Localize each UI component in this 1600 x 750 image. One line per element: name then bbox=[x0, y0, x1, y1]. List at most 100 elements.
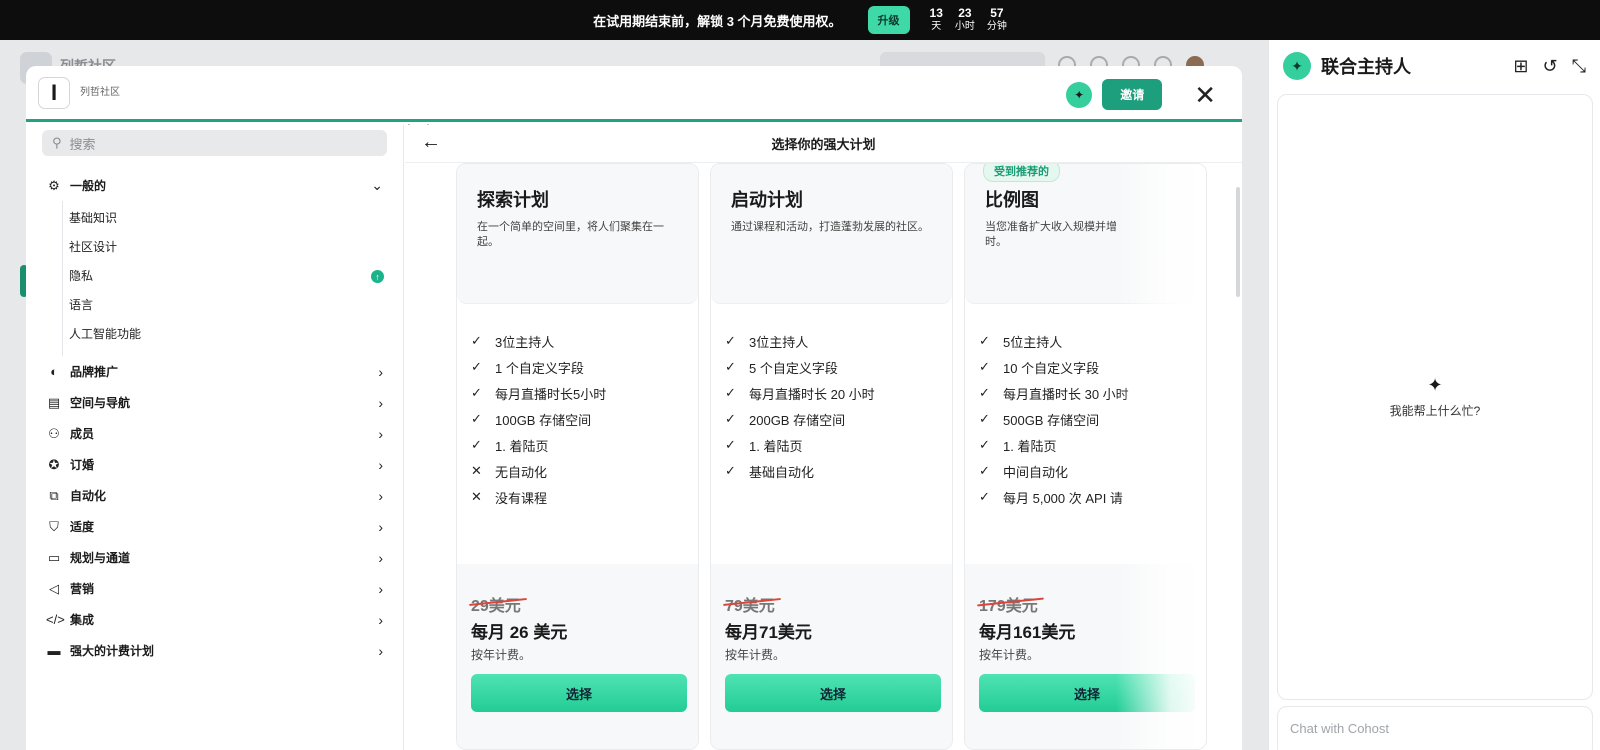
check-icon: ✓ bbox=[471, 333, 482, 348]
trial-banner: 在试用期结束前，解锁 3 个月免费使用权。 升级 13 天 23 小时 57 分钟 bbox=[0, 0, 1600, 40]
sidebar-item-integrations[interactable]: </> 集成 › bbox=[26, 604, 403, 635]
plan-features: ✓ 3位主持人 ✓ 5 个自定义字段 ✓ 每月直播时长 20 小时 ✓ 200GB 存储… bbox=[711, 304, 952, 484]
settings-sidebar: ⚲ 搜索 ⚙ 一般的 ⌄ 基础知识 社区设计 隐私 ↑ 语言 人工智能功能 ◐ 品牌… bbox=[26, 125, 404, 750]
feature-item: ✓ 1 个自定义字段 bbox=[471, 359, 584, 376]
cohost-sparkle-icon: ✦ bbox=[1283, 52, 1311, 80]
sidebar-item-spaces[interactable]: ▤ 空间与导航 › bbox=[26, 387, 403, 418]
feature-item: ✓ 1. 着陆页 bbox=[725, 437, 803, 454]
sidebar-item-branding[interactable]: ◐ 品牌推广 › bbox=[26, 356, 403, 387]
feature-item: ✓ 中间自动化 bbox=[979, 463, 1069, 480]
back-arrow-icon[interactable]: ← bbox=[421, 131, 441, 154]
plan-card-top: 启动计划 通过课程和活动，打造蓬勃发展的社区。 bbox=[711, 164, 952, 304]
plan-card-explore: 探索计划 在一个简单的空间里，将人们聚集在一起。 ✓ 3位主持人 ✓ 1 个自定义字… bbox=[456, 163, 699, 750]
sparkle-icon: ✦ bbox=[1427, 375, 1443, 395]
sidebar-item-moderation[interactable]: ⛉ 适度 › bbox=[26, 511, 403, 542]
sidebar-subitem-language[interactable]: 语言 bbox=[63, 290, 403, 319]
sidebar-subitem-privacy[interactable]: 隐私 ↑ bbox=[63, 261, 403, 290]
cross-icon: ✕ bbox=[471, 489, 482, 504]
select-plan-button[interactable]: 选择 bbox=[725, 674, 941, 712]
feature-item: ✓ 基础自动化 bbox=[725, 463, 815, 480]
collapse-icon[interactable]: ⤡ bbox=[1572, 56, 1586, 77]
recommended-badge: 受到推荐的 bbox=[983, 164, 1060, 182]
feature-item: ✕ 没有课程 bbox=[471, 489, 548, 506]
code-icon: </> bbox=[46, 612, 65, 627]
chevron-right-icon: › bbox=[378, 642, 383, 659]
select-plan-button[interactable]: 选择 bbox=[471, 674, 687, 712]
check-icon: ✓ bbox=[979, 463, 990, 478]
sidebar-item-members[interactable]: ⚇ 成员 › bbox=[26, 418, 403, 449]
plans-main: ← 选择你的强大计划 探索计划 在一个简单的空间里，将人们聚集在一起。 ✓ 3位主… bbox=[405, 125, 1242, 750]
sidebar-item-general[interactable]: ⚙ 一般的 ⌄ bbox=[26, 170, 403, 201]
check-icon: ✓ bbox=[471, 411, 482, 426]
chevron-right-icon: › bbox=[378, 425, 383, 442]
sidebar-subitem-basics[interactable]: 基础知识 bbox=[63, 203, 403, 232]
billing-note: 按年计费。 bbox=[979, 648, 1040, 662]
check-icon: ✓ bbox=[979, 411, 990, 426]
sidebar-subitem-community-design[interactable]: 社区设计 bbox=[63, 232, 403, 261]
plan-card-top: 受到推荐的 比例图 当您准备扩大收入规模并增 时。 bbox=[965, 164, 1206, 304]
check-icon: ✓ bbox=[471, 385, 482, 400]
plan-features: ✓ 5位主持人 ✓ 10 个自定义字段 ✓ 每月直播时长 30 小时 ✓ 500GB 存… bbox=[965, 304, 1206, 510]
invite-button[interactable]: 邀请 bbox=[1102, 79, 1163, 110]
cohost-chat-area: ✦ 我能帮上什么忙? bbox=[1277, 94, 1593, 700]
old-price: 79美元 bbox=[725, 592, 775, 616]
plan-price: 每月 26 美元 bbox=[471, 623, 568, 642]
search-placeholder: 搜索 bbox=[69, 136, 96, 152]
org-name: 列哲社区 bbox=[80, 87, 120, 98]
sidebar-item-plans[interactable]: ▭ 规划与通道 › bbox=[26, 542, 403, 573]
feature-item: ✕ 无自动化 bbox=[471, 463, 548, 480]
check-icon: ✓ bbox=[979, 385, 990, 400]
old-price: 29美元 bbox=[471, 592, 521, 616]
feature-item: ✓ 3位主持人 bbox=[725, 333, 809, 350]
close-icon[interactable]: ✕ bbox=[1194, 82, 1216, 108]
upgrade-button[interactable]: 升级 bbox=[867, 6, 910, 34]
admin-modal: I 列哲社区 行政 ✦ 邀请 ✕ ⚲ 搜索 ⚙ 一般的 ⌄ 基础知识 社区设计 … bbox=[26, 66, 1242, 750]
plan-price-box: 79美元 每月71美元 按年计费。 bbox=[711, 564, 952, 749]
trial-message: 在试用期结束前，解锁 3 个月免费使用权。 bbox=[593, 13, 842, 29]
history-icon[interactable]: ↺ bbox=[1543, 56, 1558, 77]
chevron-right-icon: › bbox=[378, 363, 383, 380]
chevron-right-icon: › bbox=[378, 456, 383, 473]
cohost-panel: ✦ 联合主持人 ⊞ ↺ ⤡ ✦ 我能帮上什么忙? Chat with Cohos… bbox=[1268, 40, 1600, 750]
sidebar-item-marketing[interactable]: ◁ 营销 › bbox=[26, 573, 403, 604]
countdown-minutes: 57 分钟 bbox=[986, 6, 1007, 33]
sidebar-item-engagement[interactable]: ✪ 订婚 › bbox=[26, 449, 403, 480]
feature-item: ✓ 500GB 存储空间 bbox=[979, 411, 1100, 428]
scrollbar[interactable] bbox=[1236, 187, 1240, 297]
sidebar-item-automation[interactable]: ⧉ 自动化 › bbox=[26, 480, 403, 511]
plan-price-box: 179美元 每月161美元 按年计费。 bbox=[965, 564, 1206, 749]
plan-card-launch: 启动计划 通过课程和活动，打造蓬勃发展的社区。 ✓ 3位主持人 ✓ 5 个自定义字段… bbox=[710, 163, 953, 750]
new-chat-icon[interactable]: ⊞ bbox=[1513, 56, 1528, 77]
sidebar-item-billing[interactable]: ▬ 强大的计费计划 › bbox=[26, 635, 403, 666]
settings-search-input[interactable]: ⚲ 搜索 bbox=[42, 130, 387, 156]
feature-item: ✓ 每月直播时长 20 小时 bbox=[725, 385, 875, 402]
cohost-sparkle-button[interactable]: ✦ bbox=[1066, 81, 1093, 108]
search-icon: ⚲ bbox=[52, 135, 62, 150]
plan-desc: 通过课程和活动，打造蓬勃发展的社区。 bbox=[731, 221, 929, 233]
billing-note: 按年计费。 bbox=[471, 648, 532, 662]
general-sub-list: 基础知识 社区设计 隐私 ↑ 语言 人工智能功能 bbox=[62, 201, 403, 356]
chevron-right-icon: › bbox=[378, 611, 383, 628]
check-icon: ✓ bbox=[725, 385, 736, 400]
cross-icon: ✕ bbox=[471, 463, 482, 478]
org-title-block: 列哲社区 行政 bbox=[80, 85, 1242, 750]
plan-name: 比例图 bbox=[985, 190, 1039, 210]
check-icon: ✓ bbox=[979, 333, 990, 348]
feature-item: ✓ 1. 着陆页 bbox=[471, 437, 549, 454]
plan-card-top: 探索计划 在一个简单的空间里，将人们聚集在一起。 bbox=[457, 164, 698, 304]
palette-icon: ◐ bbox=[50, 364, 58, 379]
plan-price-box: 29美元 每月 26 美元 按年计费。 bbox=[457, 564, 698, 749]
plan-price: 每月71美元 bbox=[725, 623, 812, 642]
billing-note: 按年计费。 bbox=[725, 648, 786, 662]
sidebar-subitem-ai-features[interactable]: 人工智能功能 bbox=[63, 319, 403, 348]
modal-header: I 列哲社区 行政 ✦ 邀请 ✕ bbox=[26, 66, 1242, 750]
org-logo: I bbox=[38, 76, 70, 109]
plan-price: 每月161美元 bbox=[979, 623, 1076, 642]
select-plan-button[interactable]: 选择 bbox=[979, 674, 1195, 712]
check-icon: ✓ bbox=[725, 359, 736, 374]
cohost-chat-input[interactable]: Chat with Cohost bbox=[1277, 706, 1593, 750]
feature-item: ✓ 10 个自定义字段 bbox=[979, 359, 1100, 376]
plan-features: ✓ 3位主持人 ✓ 1 个自定义字段 ✓ 每月直播时长5小时 ✓ 100GB 存储空间 … bbox=[457, 304, 698, 510]
plan-card-scale: 受到推荐的 比例图 当您准备扩大收入规模并增 时。 ✓ 5位主持人 ✓ 10 个自定义… bbox=[964, 163, 1207, 750]
check-icon: ✓ bbox=[979, 489, 990, 504]
